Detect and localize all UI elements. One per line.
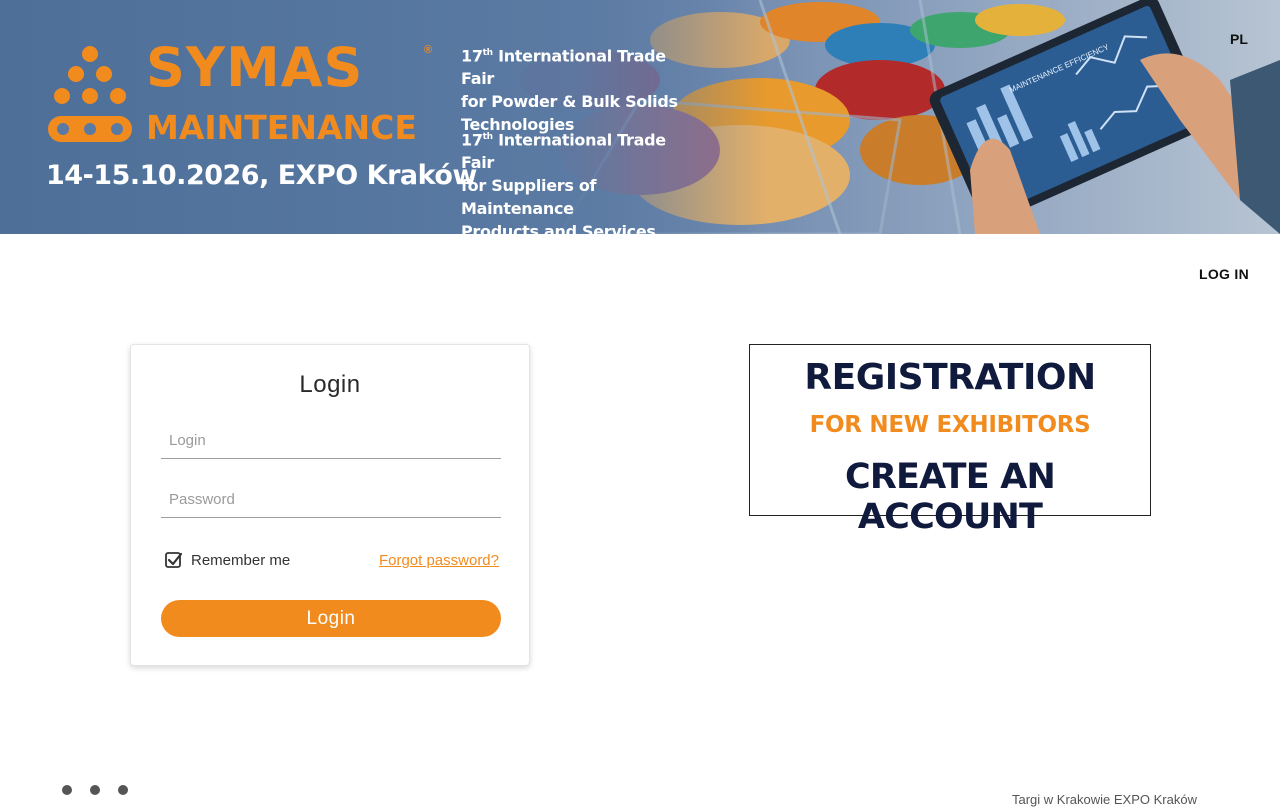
event-date: 14-15.10.2026, EXPO Kraków	[46, 160, 477, 191]
login-card: Login Remember me Forgot password? Login	[130, 344, 530, 666]
remember-me-toggle[interactable]: Remember me	[165, 551, 290, 569]
fair-2-line3: Products and Services	[461, 222, 656, 234]
symas-logo: SYMAS ® MAINTENANCE	[46, 38, 438, 148]
remember-me-label: Remember me	[191, 551, 291, 569]
fair-1-ordinal-suffix: th	[482, 48, 493, 58]
login-input[interactable]	[161, 423, 501, 459]
fair-2-line2: for Suppliers of Maintenance	[461, 176, 597, 219]
checkbox-checked-icon[interactable]	[165, 551, 183, 569]
logo-dots-icon	[48, 46, 132, 142]
fair-2-ordinal-suffix: th	[482, 132, 493, 142]
create-account-link[interactable]: CREATE AN ACCOUNT	[750, 457, 1150, 537]
nav-login-link[interactable]: LOG IN	[1199, 266, 1249, 282]
fair-2-ordinal: 17	[461, 130, 483, 150]
footer-logo-dots-icon	[62, 785, 128, 795]
logo-maintenance-text: MAINTENANCE	[146, 108, 417, 147]
registration-subtitle: FOR NEW EXHIBITORS	[809, 412, 1091, 438]
fair-1-line2: for Powder & Bulk Solids	[461, 92, 678, 112]
fair-1-ordinal: 17	[461, 46, 483, 66]
fair-description-2: 17th International Trade Fair for Suppli…	[461, 126, 701, 234]
fair-description-1: 17th International Trade Fair for Powder…	[461, 42, 701, 136]
logo-registered-mark: ®	[424, 44, 433, 56]
password-input[interactable]	[161, 482, 501, 518]
language-switch-link[interactable]: PL	[1230, 31, 1248, 47]
login-card-title: Login	[299, 371, 361, 398]
logo-symas-text: SYMAS	[146, 36, 364, 99]
header-banner: MAINTENANCE EFFICIENCY SYMAS ® MAINTENAN…	[0, 0, 1280, 234]
forgot-password-link[interactable]: Forgot password?	[379, 552, 499, 569]
login-submit-button[interactable]: Login	[161, 600, 501, 637]
registration-banner[interactable]: REGISTRATION FOR NEW EXHIBITORS CREATE A…	[749, 344, 1151, 537]
registration-title: REGISTRATION	[804, 357, 1096, 398]
